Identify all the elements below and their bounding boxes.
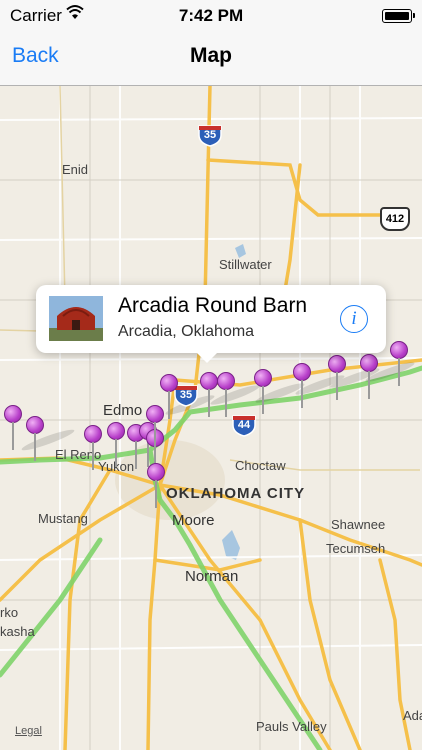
place-choctaw: Choctaw [235,458,286,473]
map-view[interactable]: 35 35 44 412 Enid Stillwater Edmo El Ren… [0,86,422,750]
battery-icon [382,9,415,23]
navigation-bar: Back Map [0,32,422,86]
place-partial-left-2: kasha [0,624,35,639]
map-pin[interactable] [254,369,272,415]
place-norman: Norman [185,568,239,585]
clock: 7:42 PM [178,6,244,25]
place-partial-ada: Ada [403,708,422,723]
map-pin[interactable] [160,374,178,420]
map-pin[interactable] [26,416,44,462]
place-mustang: Mustang [38,511,88,526]
map-pin[interactable] [293,363,311,409]
map-pin[interactable] [147,463,165,509]
info-icon[interactable]: i [340,305,368,333]
map-pin[interactable] [84,425,102,471]
page-title: Map [190,44,232,67]
place-tecumseh: Tecumseh [326,541,386,556]
location-callout[interactable]: Arcadia Round Barn Arcadia, Oklahoma i [36,285,386,363]
interstate-35-north-shield: 35 [197,123,223,147]
place-stillwater: Stillwater [219,257,272,272]
place-partial-left-1: rko [0,605,19,620]
place-moore: Moore [172,512,215,529]
map-pin[interactable] [200,372,218,418]
map-pin[interactable] [390,341,408,387]
map-pin[interactable] [217,372,235,418]
status-bar: Carrier 7:42 PM [0,0,422,32]
map-pin[interactable] [4,405,22,451]
legal-link[interactable]: Legal [15,725,42,737]
place-shawnee: Shawnee [331,517,386,532]
map-roads [0,86,422,750]
us-412-shield: 412 [380,207,410,231]
place-pauls-valley: Pauls Valley [256,719,327,734]
location-thumbnail [49,296,103,341]
place-oklahoma-city: OKLAHOMA CITY [166,485,306,502]
map-pin[interactable] [328,355,346,401]
place-edmond: Edmo [103,402,143,419]
location-name: Arcadia Round Barn [118,294,308,317]
map-pin[interactable] [360,354,378,400]
location-subtitle: Arcadia, Oklahoma [118,323,255,340]
place-enid: Enid [62,162,89,177]
map-pin[interactable] [107,422,125,468]
